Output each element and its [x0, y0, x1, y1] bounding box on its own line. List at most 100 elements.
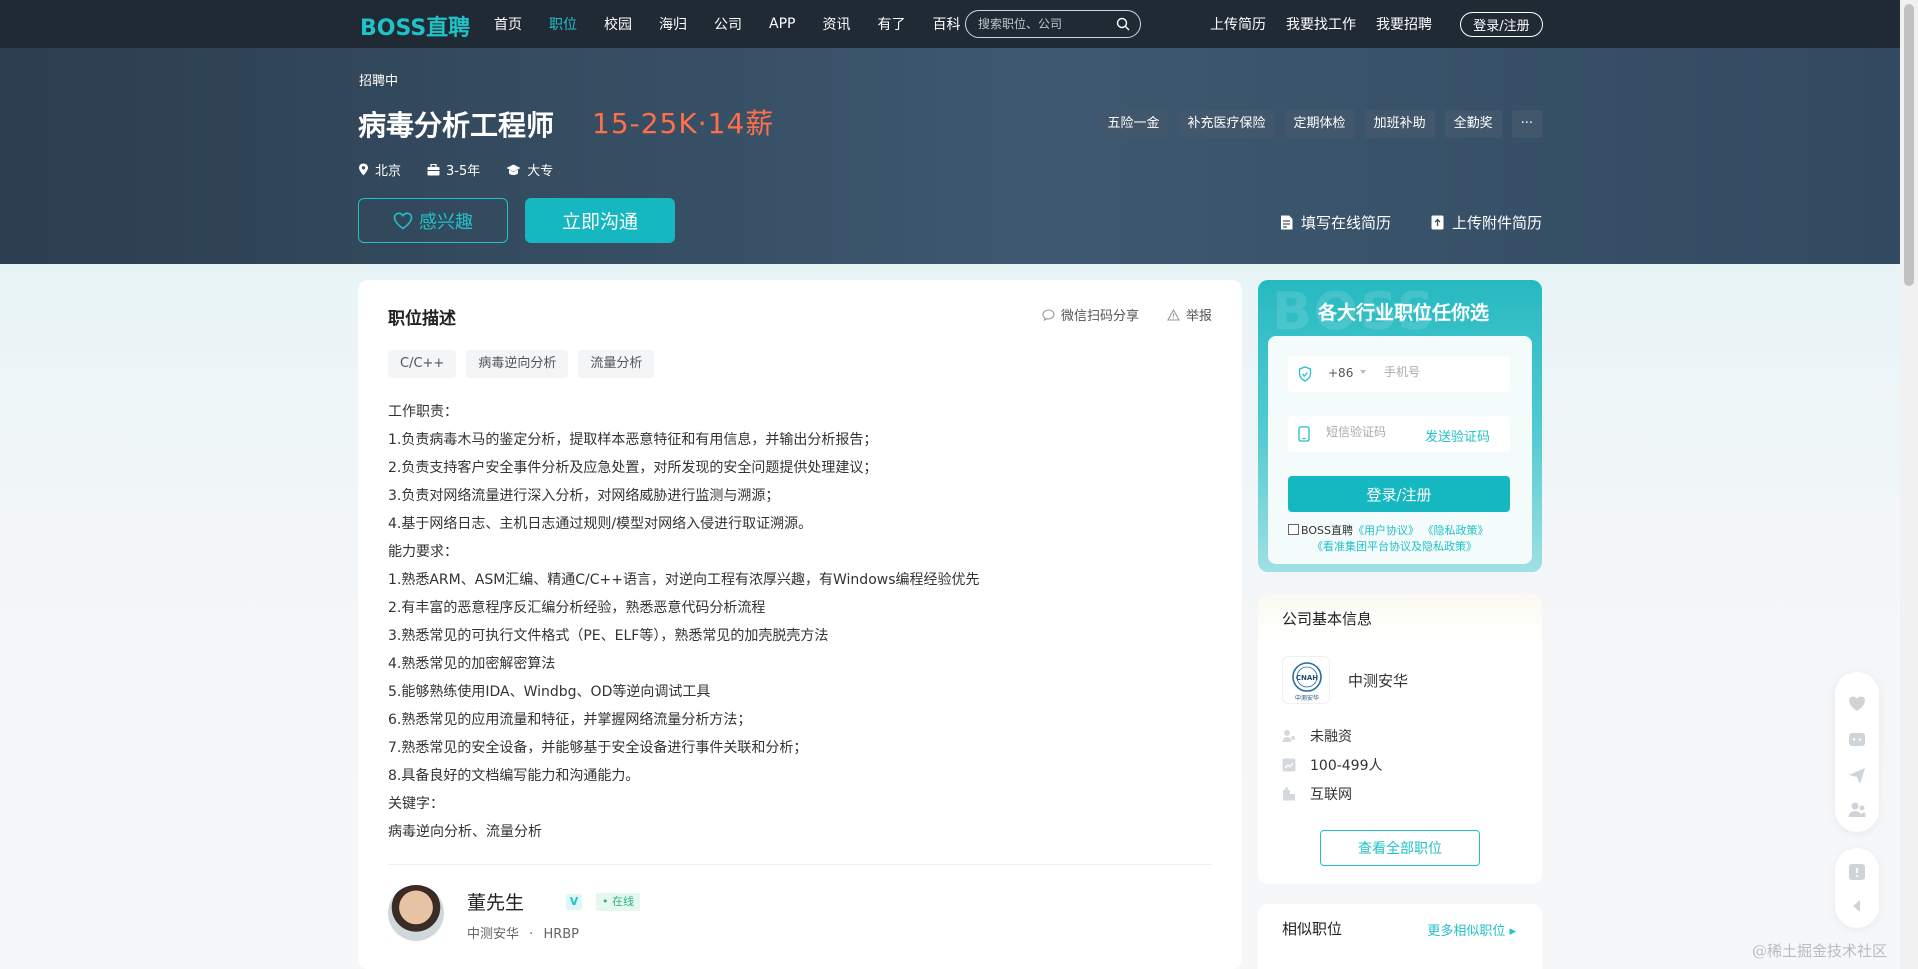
- job-description-title: 职位描述: [388, 309, 456, 329]
- description-line: 3.负责对网络流量进行深入分析，对网络威胁进行监测与溯源；: [388, 488, 780, 504]
- report-label: 举报: [1185, 309, 1212, 324]
- users-icon[interactable]: [1847, 800, 1867, 820]
- nav-right-links: 上传简历 我要找工作 我要招聘: [1210, 0, 1452, 48]
- report-button[interactable]: 举报: [1167, 305, 1212, 324]
- send-icon[interactable]: [1847, 766, 1867, 786]
- nav-item-overseas[interactable]: 海归: [659, 14, 687, 34]
- description-line: 能力要求：: [388, 544, 458, 560]
- nav-item-jobs[interactable]: 职位: [549, 14, 577, 34]
- login-card: BOSS 各大行业职位任你选 +86 发送验证码 登录/注册 BOSS直聘《用户…: [1258, 280, 1542, 572]
- fill-online-resume-button[interactable]: 填写在线简历: [1280, 212, 1391, 233]
- recruiter-subtitle: 中测安华 · HRBP: [467, 923, 579, 942]
- recruiter-separator: ·: [529, 927, 534, 942]
- description-line: 工作职责：: [388, 404, 458, 420]
- upload-attachment-resume-button[interactable]: 上传附件简历: [1431, 212, 1542, 233]
- description-line: 6.熟悉常见的应用流量和特征，并掌握网络流量分析方法；: [388, 712, 752, 728]
- sms-code-field[interactable]: 发送验证码: [1288, 416, 1510, 452]
- fill-online-resume-label: 填写在线简历: [1300, 214, 1391, 232]
- description-line: 病毒逆向分析、流量分析: [388, 824, 542, 840]
- user-agreement-link[interactable]: 《用户协议》: [1353, 524, 1419, 537]
- chevron-down-icon[interactable]: [1360, 370, 1366, 374]
- company-logo-text: CNAH: [1296, 674, 1318, 682]
- company-name[interactable]: 中测安华: [1348, 670, 1408, 691]
- description-actions: 微信扫码分享 举报: [1014, 305, 1212, 324]
- search-input[interactable]: [978, 16, 1108, 32]
- interest-label: 感兴趣: [419, 211, 473, 233]
- country-code-select[interactable]: +86: [1328, 366, 1353, 380]
- login-register-button[interactable]: 登录/注册: [1460, 12, 1543, 37]
- view-all-jobs-button[interactable]: 查看全部职位: [1320, 830, 1480, 866]
- nav-item-campus[interactable]: 校园: [604, 14, 632, 34]
- recruiter-avatar[interactable]: [388, 885, 444, 941]
- phone-input[interactable]: [1384, 365, 1494, 379]
- chat-icon[interactable]: [1847, 730, 1867, 750]
- benefit-tag: 五险一金: [1098, 110, 1169, 138]
- wechat-share-label: 微信扫码分享: [1060, 309, 1139, 324]
- job-description-card: 职位描述 微信扫码分享 举报 C/C++ 病毒逆向分析 流量分析 工作职责： 1…: [358, 280, 1242, 969]
- company-size-text: 100-499人: [1310, 758, 1383, 774]
- privacy-policy-link[interactable]: 《隐私政策》: [1422, 524, 1488, 537]
- description-line: 4.熟悉常见的加密解密算法: [388, 656, 556, 672]
- nav-item-news[interactable]: 资讯: [822, 14, 850, 34]
- company-logo-subtext: 中测安华: [1295, 694, 1319, 702]
- search-box[interactable]: [965, 10, 1141, 38]
- page-scrollbar[interactable]: [1900, 0, 1918, 969]
- collapse-icon[interactable]: [1847, 896, 1867, 916]
- description-line: 1.负责病毒木马的鉴定分析，提取样本恶意特征和有用信息，并输出分析报告；: [388, 432, 878, 448]
- job-header: 招聘中 病毒分析工程师 15-25K·14薪 北京 3-5年 大专 五险一金 补…: [0, 48, 1900, 264]
- nav-item-youle[interactable]: 有了: [877, 14, 905, 34]
- find-job-link[interactable]: 我要找工作: [1286, 14, 1356, 34]
- company-logo[interactable]: CNAH 中测安华: [1282, 656, 1330, 704]
- job-description-text: 工作职责： 1.负责病毒木马的鉴定分析，提取样本恶意特征和有用信息，并输出分析报…: [388, 398, 1208, 846]
- boss-logo[interactable]: BOSS直聘: [360, 10, 470, 42]
- description-line: 8.具备良好的文档编写能力和沟通能力。: [388, 768, 640, 784]
- mobile-phone-icon: [1298, 426, 1310, 442]
- company-financing: 未融资: [1282, 726, 1352, 746]
- skill-tag: 病毒逆向分析: [466, 350, 569, 378]
- watermark-text: @稀土掘金技术社区: [1752, 942, 1888, 960]
- phone-field[interactable]: +86: [1288, 356, 1510, 392]
- wechat-share-button[interactable]: 微信扫码分享: [1042, 305, 1139, 324]
- agreement-checkbox[interactable]: [1288, 524, 1299, 535]
- description-line: 2.负责支持客户安全事件分析及应急处置，对所发现的安全问题提供处理建议；: [388, 460, 878, 476]
- job-title: 病毒分析工程师: [358, 109, 555, 142]
- nav-item-app[interactable]: APP: [769, 16, 795, 32]
- top-nav: BOSS直聘 首页 职位 校园 海归 公司 APP 资讯 有了 百科 上传简历 …: [0, 0, 1900, 48]
- job-education: 大专: [506, 160, 553, 179]
- upload-attachment-resume-label: 上传附件简历: [1451, 214, 1542, 232]
- heart-icon: [393, 211, 413, 229]
- job-education-text: 大专: [527, 164, 554, 179]
- send-code-button[interactable]: 发送验证码: [1425, 426, 1490, 445]
- benefit-tag: 加班补助: [1364, 110, 1435, 138]
- recruit-link[interactable]: 我要招聘: [1376, 14, 1432, 34]
- nav-item-wiki[interactable]: 百科: [932, 14, 960, 34]
- location-pin-icon: [359, 163, 368, 176]
- verified-badge-icon: V: [566, 894, 582, 910]
- chat-bubble-icon: [1042, 308, 1055, 321]
- company-logo-icon: CNAH 中测安华: [1292, 662, 1322, 702]
- more-similar-jobs-link[interactable]: 更多相似职位 ▸: [1427, 920, 1516, 939]
- company-industry-text: 互联网: [1310, 787, 1352, 803]
- company-info-card: 公司基本信息 CNAH 中测安华 中测安华 未融资 100-499人 互联网 查…: [1258, 594, 1542, 884]
- login-submit-button[interactable]: 登录/注册: [1288, 476, 1510, 512]
- group-agreement-link[interactable]: 《看准集团平台协议及隐私政策》: [1312, 540, 1477, 553]
- recruiter-name: 董先生: [467, 892, 525, 914]
- feedback-icon[interactable]: [1847, 862, 1867, 882]
- heart-icon[interactable]: [1847, 694, 1867, 714]
- job-experience-text: 3-5年: [446, 164, 481, 179]
- sms-code-input[interactable]: [1326, 425, 1406, 439]
- interest-button[interactable]: 感兴趣: [358, 198, 508, 243]
- scrollbar-thumb[interactable]: [1904, 4, 1914, 286]
- upload-resume-link[interactable]: 上传简历: [1210, 14, 1266, 34]
- agreement-text: BOSS直聘《用户协议》 《隐私政策》 《看准集团平台协议及隐私政策》: [1288, 523, 1518, 555]
- benefit-tags: 五险一金 补充医疗保险 定期体检 加班补助 全勤奖 ···: [1089, 110, 1542, 138]
- company-financing-text: 未融资: [1310, 729, 1352, 745]
- company-size: 100-499人: [1282, 755, 1383, 775]
- more-benefits-button[interactable]: ···: [1511, 110, 1542, 138]
- agreement-prefix: BOSS直聘: [1301, 524, 1353, 537]
- search-icon[interactable]: [1116, 17, 1130, 31]
- nav-item-home[interactable]: 首页: [494, 14, 522, 34]
- chat-now-button[interactable]: 立即沟通: [525, 198, 675, 243]
- benefit-tag: 补充医疗保险: [1178, 110, 1275, 138]
- nav-item-company[interactable]: 公司: [714, 14, 742, 34]
